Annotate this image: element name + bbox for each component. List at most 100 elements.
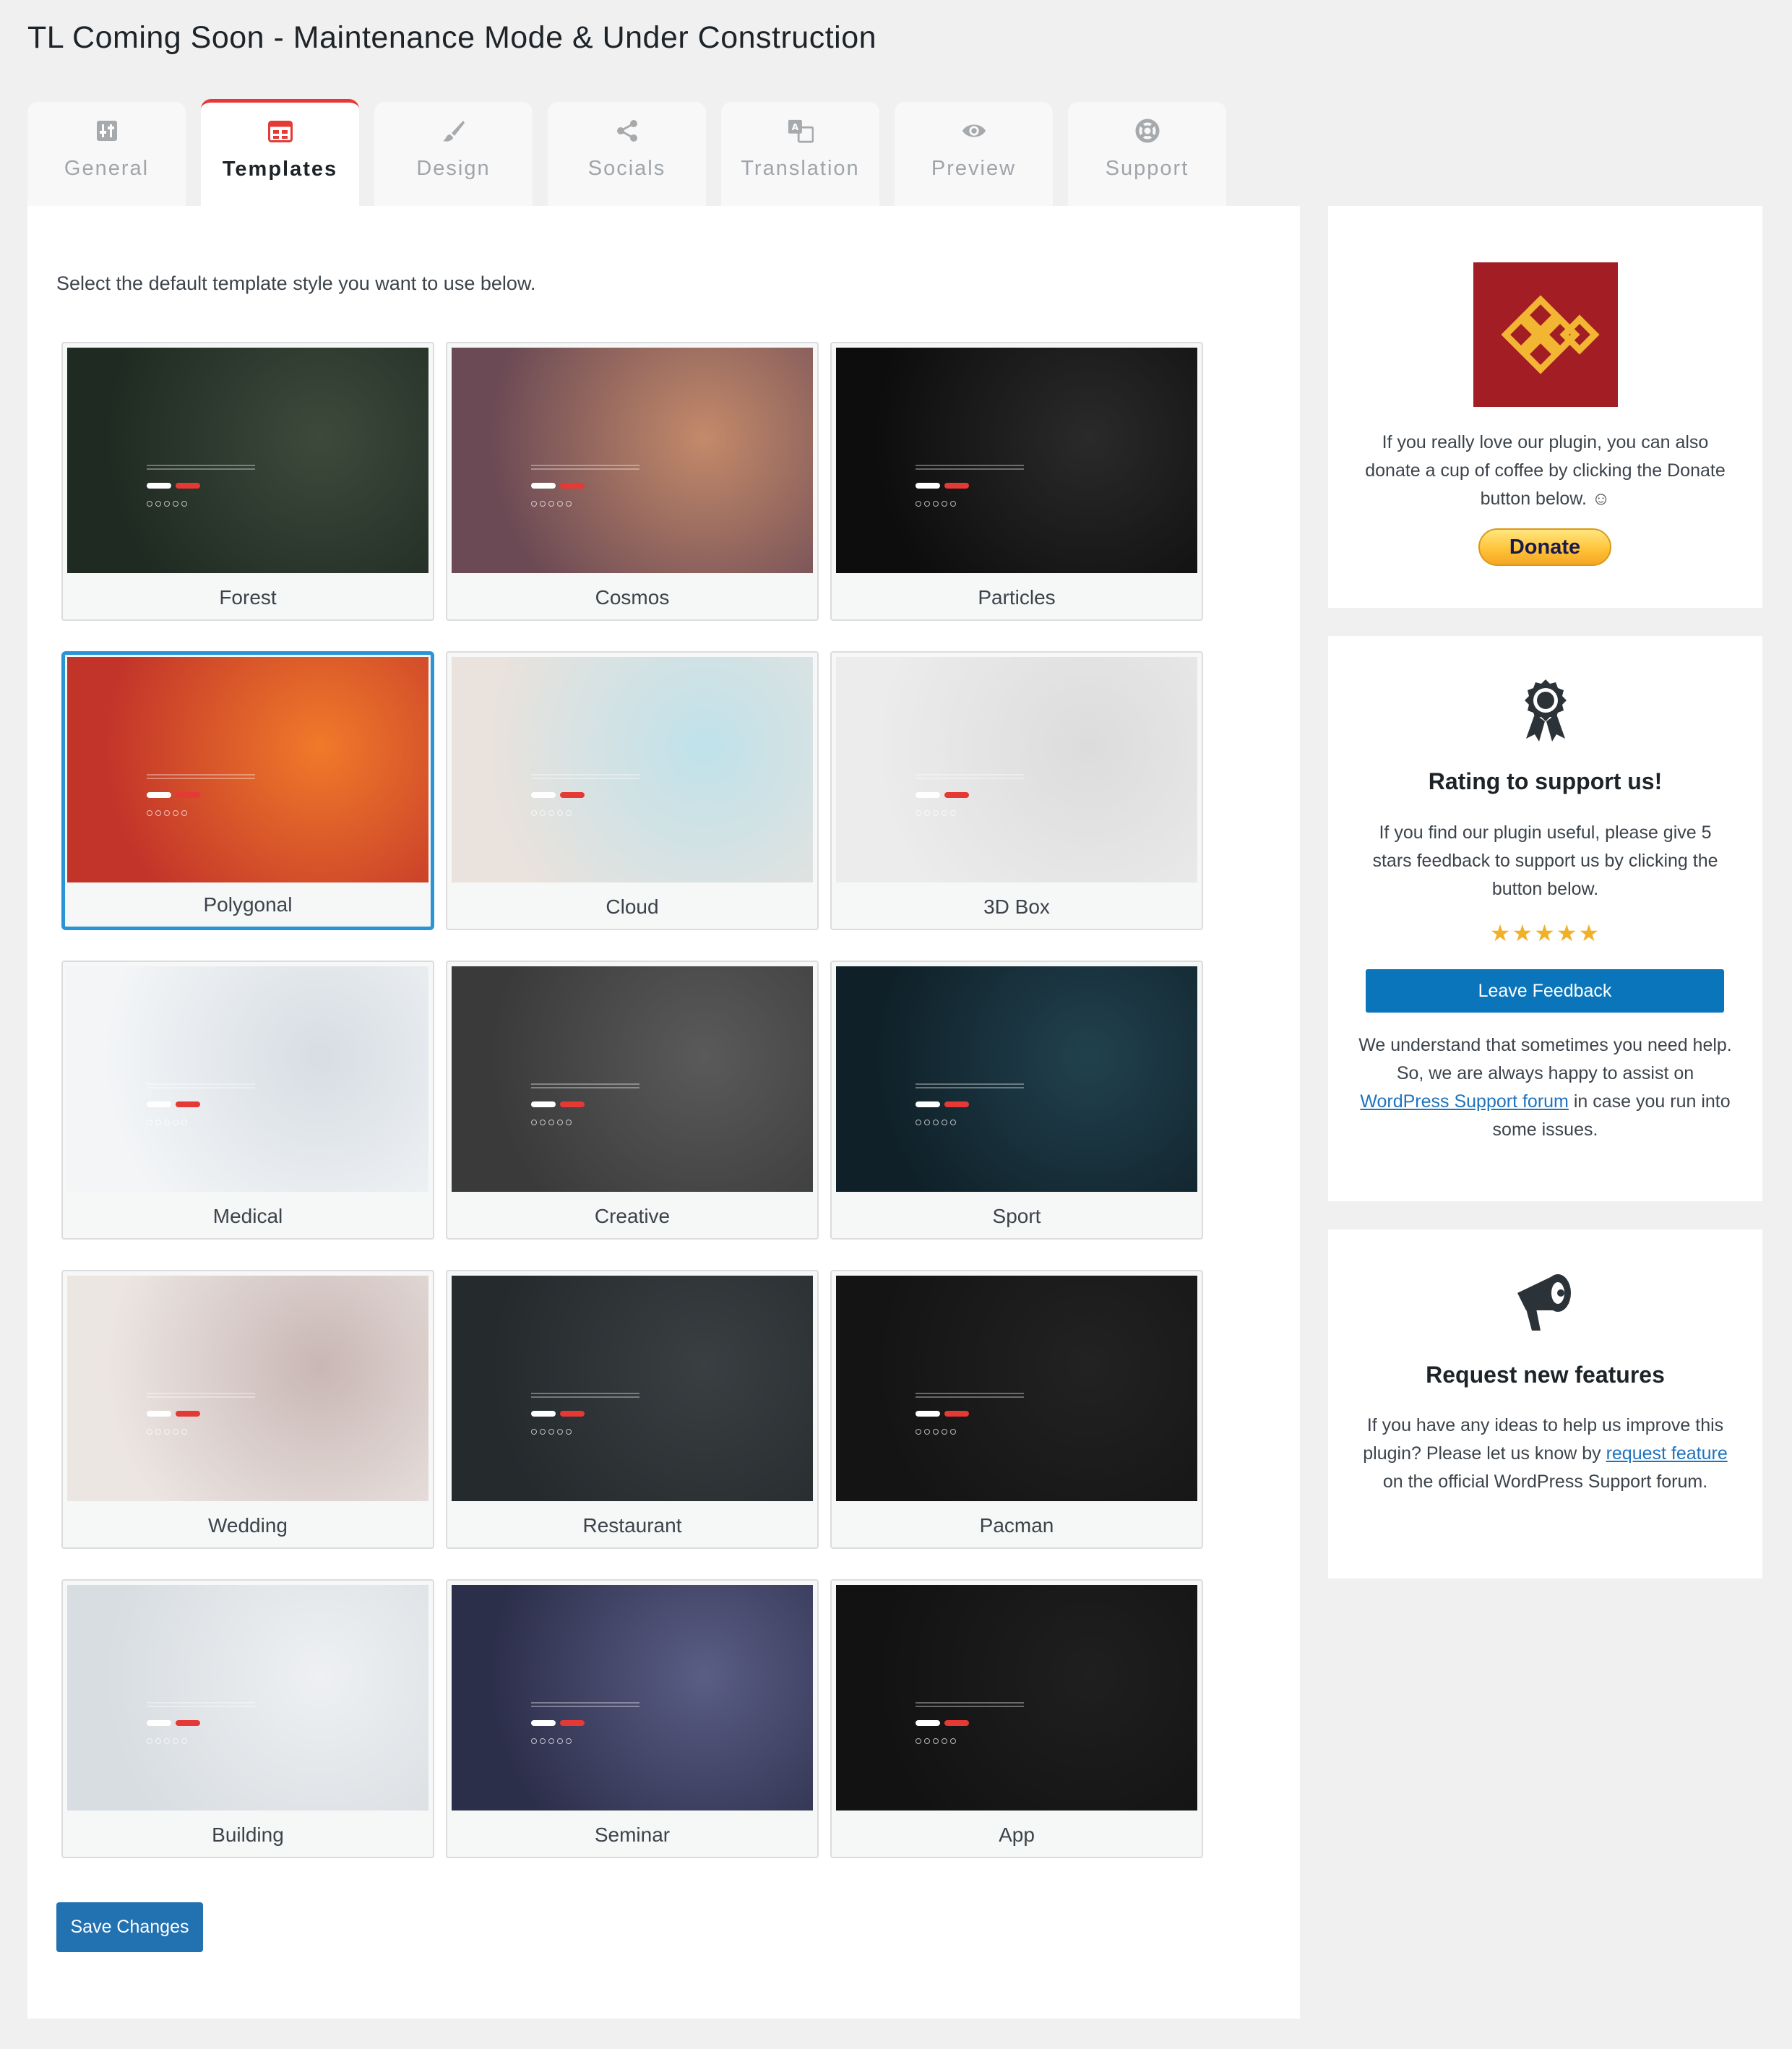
preview-dots bbox=[531, 501, 572, 507]
preview-btns bbox=[531, 483, 585, 489]
share-icon bbox=[614, 118, 640, 144]
template-label: Restaurant bbox=[582, 1514, 682, 1537]
tab-label: Translation bbox=[741, 157, 860, 180]
preview-dots bbox=[916, 1120, 956, 1126]
template-card-pacman[interactable]: Pacman bbox=[830, 1270, 1203, 1549]
intro-text: Select the default template style you wa… bbox=[56, 272, 536, 294]
eye-icon bbox=[961, 118, 987, 144]
award-icon bbox=[1520, 678, 1571, 747]
request-features-box: Request new features If you have any ide… bbox=[1328, 1229, 1762, 1578]
preview-btns bbox=[147, 483, 200, 489]
leave-feedback-button[interactable]: Leave Feedback bbox=[1366, 969, 1724, 1013]
preview-btns bbox=[147, 1720, 200, 1727]
template-label: Building bbox=[212, 1824, 284, 1846]
tab-socials[interactable]: Socials bbox=[548, 102, 706, 206]
template-preview-image bbox=[67, 348, 428, 573]
preview-dots bbox=[531, 1429, 572, 1435]
preview-lines bbox=[916, 774, 1024, 782]
preview-lines bbox=[147, 774, 255, 782]
request-heading: Request new features bbox=[1426, 1362, 1665, 1388]
template-card-app[interactable]: App bbox=[830, 1579, 1203, 1858]
tab-label: General bbox=[64, 157, 150, 180]
template-preview-image bbox=[67, 1276, 428, 1501]
tab-label: Design bbox=[416, 157, 491, 180]
template-preview-image bbox=[452, 966, 813, 1192]
preview-lines bbox=[916, 1702, 1024, 1710]
preview-dots bbox=[531, 810, 572, 817]
template-card-building[interactable]: Building bbox=[61, 1579, 434, 1858]
preview-lines bbox=[531, 1083, 639, 1091]
tab-design[interactable]: Design bbox=[374, 102, 533, 206]
template-preview-image bbox=[452, 1585, 813, 1810]
preview-btns bbox=[916, 792, 969, 799]
template-preview-image bbox=[836, 1276, 1197, 1501]
template-card-medical[interactable]: Medical bbox=[61, 961, 434, 1240]
template-preview-image bbox=[836, 348, 1197, 573]
template-label: Pacman bbox=[979, 1514, 1054, 1537]
preview-dots bbox=[916, 810, 956, 817]
sliders-icon bbox=[94, 118, 120, 144]
page-title: TL Coming Soon - Maintenance Mode & Unde… bbox=[27, 20, 877, 55]
tab-preview[interactable]: Preview bbox=[895, 102, 1053, 206]
template-label: 3D Box bbox=[983, 895, 1050, 918]
request-text: If you have any ideas to help us improve… bbox=[1357, 1412, 1733, 1496]
tab-label: Socials bbox=[587, 157, 666, 180]
template-card-creative[interactable]: Creative bbox=[446, 961, 819, 1240]
preview-btns bbox=[531, 1411, 585, 1417]
template-label: Wedding bbox=[207, 1514, 288, 1537]
template-label: Creative bbox=[594, 1205, 671, 1227]
tab-general[interactable]: General bbox=[27, 102, 186, 206]
preview-dots bbox=[147, 501, 187, 507]
template-label: Medical bbox=[212, 1205, 283, 1227]
templates-panel: Select the default template style you wa… bbox=[27, 206, 1300, 2019]
donate-text: If you really love our plugin, you can a… bbox=[1365, 432, 1726, 509]
template-preview-image bbox=[67, 657, 428, 882]
help-text: We understand that sometimes you need he… bbox=[1357, 1031, 1733, 1144]
template-card-cloud[interactable]: Cloud bbox=[446, 651, 819, 930]
template-label: Polygonal bbox=[203, 893, 293, 916]
donate-button[interactable]: Donate bbox=[1478, 528, 1611, 566]
template-card-forest[interactable]: Forest bbox=[61, 342, 434, 621]
preview-btns bbox=[531, 1101, 585, 1108]
preview-dots bbox=[916, 1738, 956, 1745]
tab-templates[interactable]: Templates bbox=[201, 99, 359, 206]
tab-label: Support bbox=[1105, 157, 1189, 180]
request-feature-link[interactable]: request feature bbox=[1606, 1443, 1728, 1464]
tab-label: Preview bbox=[931, 157, 1017, 180]
preview-btns bbox=[531, 792, 585, 799]
preview-dots bbox=[147, 1120, 187, 1126]
preview-btns bbox=[916, 483, 969, 489]
preview-dots bbox=[916, 1429, 956, 1435]
template-card-cosmos[interactable]: Cosmos bbox=[446, 342, 819, 621]
template-card-particles[interactable]: Particles bbox=[830, 342, 1203, 621]
preview-dots bbox=[147, 1429, 187, 1435]
preview-btns bbox=[916, 1720, 969, 1727]
template-preview-image bbox=[836, 1585, 1197, 1810]
svg-text:A: A bbox=[791, 122, 798, 132]
templates-icon bbox=[267, 119, 293, 145]
tab-bar: General Templates Design Socials A Trans… bbox=[27, 99, 1226, 206]
template-preview-image bbox=[836, 966, 1197, 1192]
template-card-seminar[interactable]: Seminar bbox=[446, 1579, 819, 1858]
template-preview-image bbox=[67, 1585, 428, 1810]
help-text-before: We understand that sometimes you need he… bbox=[1358, 1035, 1732, 1083]
template-label: App bbox=[999, 1824, 1035, 1846]
template-label: Cloud bbox=[606, 895, 659, 918]
preview-btns bbox=[916, 1411, 969, 1417]
plugin-logo bbox=[1473, 262, 1618, 407]
save-changes-button[interactable]: Save Changes bbox=[56, 1902, 203, 1952]
template-card-restaurant[interactable]: Restaurant bbox=[446, 1270, 819, 1549]
tab-translation[interactable]: A Translation bbox=[721, 102, 879, 206]
tab-support[interactable]: Support bbox=[1068, 102, 1226, 206]
template-card-sport[interactable]: Sport bbox=[830, 961, 1203, 1240]
template-card-polygonal[interactable]: Polygonal bbox=[61, 651, 434, 930]
preview-lines bbox=[531, 774, 639, 782]
five-star-rating: ★★★★★ bbox=[1489, 920, 1601, 946]
template-preview-image bbox=[67, 966, 428, 1192]
template-card-3d-box[interactable]: 3D Box bbox=[830, 651, 1203, 930]
request-text-after: on the official WordPress Support forum. bbox=[1382, 1472, 1708, 1492]
template-card-wedding[interactable]: Wedding bbox=[61, 1270, 434, 1549]
preview-btns bbox=[147, 1101, 200, 1108]
preview-lines bbox=[531, 1393, 639, 1401]
support-forum-link[interactable]: WordPress Support forum bbox=[1360, 1091, 1569, 1112]
